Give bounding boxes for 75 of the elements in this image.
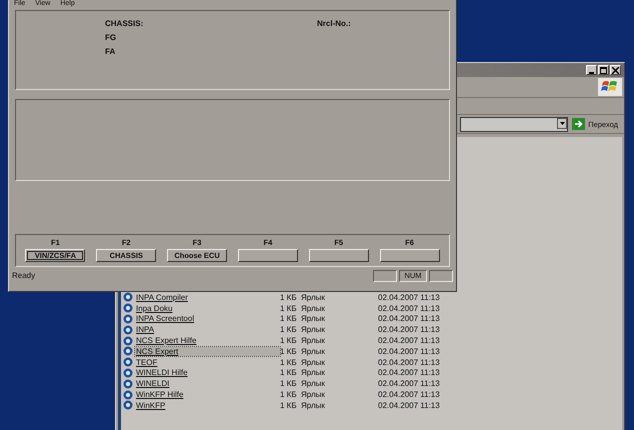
- file-type: Ярлык: [301, 400, 326, 410]
- file-date: 02.04.2007 11:13: [378, 336, 440, 346]
- app-icon: [123, 357, 133, 368]
- file-date: 02.04.2007 11:13: [378, 346, 440, 356]
- file-name[interactable]: INPA Screentool: [135, 314, 280, 324]
- app-icon: [123, 324, 133, 335]
- file-type: Ярлык: [301, 336, 326, 346]
- file-name[interactable]: INPA Compiler: [135, 292, 280, 302]
- file-type: Ярлык: [301, 325, 326, 334]
- arrow-icon: [572, 118, 586, 130]
- minimize-button[interactable]: [586, 65, 597, 75]
- file-size: 1 КБ: [280, 379, 298, 388]
- file-type: Ярлык: [301, 314, 326, 324]
- file-size: 1 КБ: [280, 346, 298, 356]
- close-button[interactable]: [610, 65, 621, 75]
- file-date: 02.04.2007 11:13: [378, 358, 440, 367]
- function-button[interactable]: [308, 249, 369, 262]
- function-button[interactable]: [380, 249, 440, 262]
- file-date: 02.04.2007 11:13: [378, 379, 440, 388]
- file-date: 02.04.2007 11:13: [378, 368, 440, 378]
- file-name[interactable]: NCS Expert Hilfe: [135, 336, 280, 346]
- status-pane: [373, 270, 397, 282]
- file-name[interactable]: WINELDI: [135, 379, 280, 388]
- fg-label: FG: [105, 33, 118, 42]
- status-pane: [429, 270, 453, 282]
- file-date: 02.04.2007 11:13: [378, 390, 440, 400]
- file-size: 1 КБ: [280, 325, 298, 334]
- file-date: 02.04.2007 11:13: [378, 292, 440, 302]
- file-size: 1 КБ: [280, 304, 298, 313]
- file-size: 1 КБ: [280, 390, 298, 400]
- file-size: 1 КБ: [280, 314, 298, 324]
- file-type: Ярлык: [301, 368, 326, 378]
- app-icon: [123, 292, 133, 302]
- app-icon: [123, 336, 133, 346]
- app-icon: [123, 400, 133, 410]
- maximize-button[interactable]: [598, 65, 609, 75]
- file-type: Ярлык: [301, 390, 326, 400]
- nrcl-label: Nrcl-No.:: [317, 19, 351, 30]
- address-field[interactable]: [460, 116, 568, 132]
- file-name[interactable]: WinKFP: [135, 400, 280, 410]
- file-type: Ярлык: [301, 304, 326, 313]
- app-icon: [123, 303, 133, 314]
- chassis-label: CHASSIS:: [105, 19, 144, 28]
- app-icon: [123, 378, 133, 389]
- file-name[interactable]: TEOF: [135, 358, 280, 367]
- function-button[interactable]: [238, 249, 298, 262]
- file-size: 1 КБ: [280, 292, 298, 302]
- file-date: 02.04.2007 11:13: [378, 400, 440, 410]
- caret-icon: [560, 122, 565, 124]
- file-type: Ярлык: [301, 292, 326, 302]
- app-icon: [123, 390, 133, 400]
- file-name[interactable]: NCS Expert: [135, 346, 280, 356]
- maximize-icon: [600, 66, 607, 74]
- dropdown-button[interactable]: [557, 118, 568, 128]
- file-type: Ярлык: [301, 346, 326, 356]
- file-name[interactable]: INPA: [135, 325, 280, 334]
- file-date: 02.04.2007 11:13: [378, 314, 440, 324]
- file-date: 02.04.2007 11:13: [378, 304, 440, 313]
- app-icon: [123, 346, 133, 356]
- file-type: Ярлык: [301, 379, 326, 388]
- file-date: 02.04.2007 11:13: [378, 325, 440, 334]
- app-icon: [123, 314, 133, 324]
- file-size: 1 КБ: [280, 358, 298, 367]
- file-size: 1 КБ: [280, 368, 298, 378]
- file-name[interactable]: WINELDI Hilfe: [135, 368, 280, 378]
- file-size: 1 КБ: [280, 400, 298, 410]
- file-type: Ярлык: [301, 358, 326, 367]
- status-text: Ready: [12, 271, 36, 280]
- file-size: 1 КБ: [280, 336, 298, 346]
- windows-logo-icon: [598, 78, 622, 96]
- file-name[interactable]: WinKFP Hilfe: [135, 390, 280, 400]
- file-name[interactable]: Inpa Doku: [135, 304, 280, 313]
- app-icon: [123, 368, 133, 378]
- fa-label: FA: [105, 47, 116, 56]
- close-icon: [612, 66, 619, 74]
